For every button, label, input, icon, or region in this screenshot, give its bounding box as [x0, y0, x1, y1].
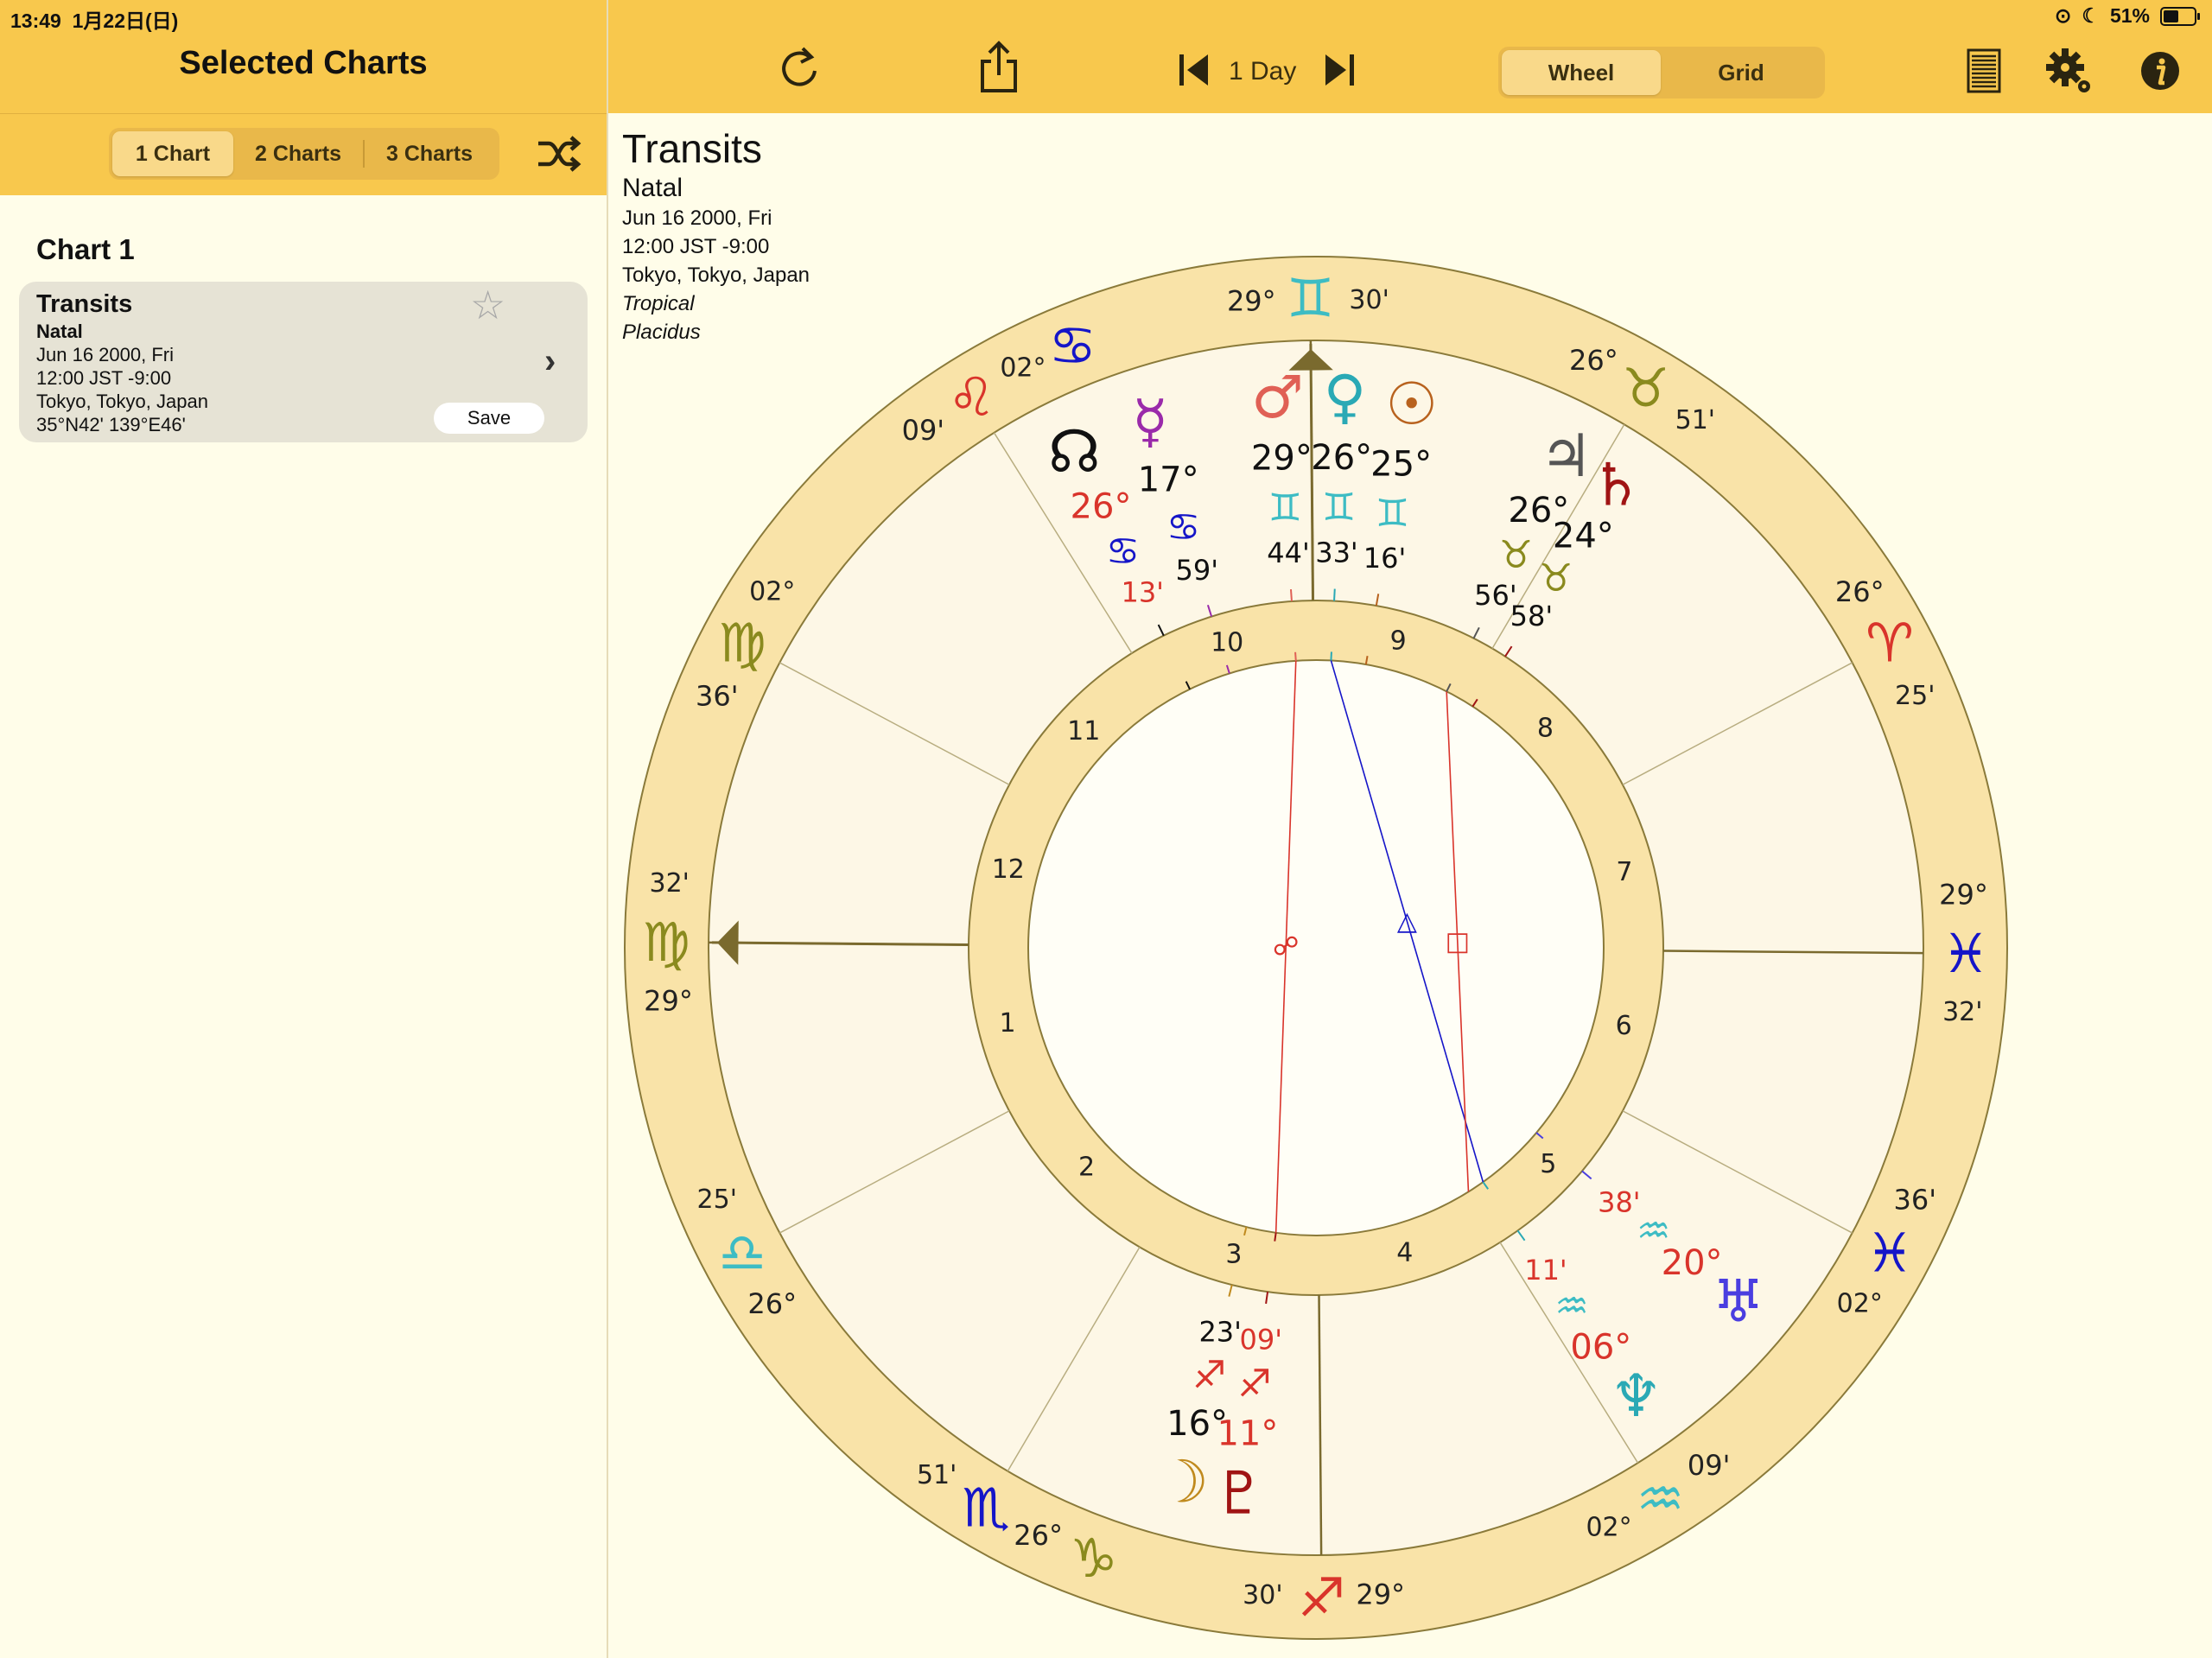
- cusp-sign-glyph: ♌: [948, 365, 996, 429]
- planet-minutes: 16': [1363, 542, 1407, 575]
- cusp-degree: 29°: [1356, 1578, 1405, 1610]
- planet-sign: ♐: [1237, 1363, 1271, 1407]
- cusp-degree: 26°: [747, 1287, 797, 1320]
- cusp-degree: 26°: [1569, 344, 1618, 377]
- planet-inner-tick: [1274, 1232, 1277, 1242]
- planet-sign: ♐: [1192, 1353, 1226, 1397]
- planet-sign: ♋: [1166, 505, 1200, 549]
- planet-sign: ♋: [1106, 530, 1140, 574]
- planet-minutes: 59': [1176, 554, 1219, 587]
- aspect-symbol: □: [1446, 926, 1470, 956]
- planet-glyph: ♂: [1251, 364, 1304, 432]
- planet-glyph: ♆: [1610, 1363, 1662, 1431]
- planet-glyph: ♀: [1323, 363, 1366, 431]
- planet-degree: 26°: [1071, 486, 1132, 526]
- planet-minutes: 13': [1121, 575, 1164, 608]
- cusp-sign-glyph: ♍: [642, 911, 690, 974]
- cusp-degree: 36': [1893, 1183, 1936, 1216]
- cusp-minutes: 25': [697, 1185, 737, 1215]
- planet-degree: 11°: [1217, 1413, 1278, 1453]
- cusp-degree: 29°: [1939, 878, 1988, 911]
- planet-glyph: ♇: [1213, 1459, 1266, 1528]
- planet-tick: [1333, 588, 1336, 601]
- planet-minutes: 23': [1198, 1315, 1242, 1348]
- planet-degree: 25°: [1370, 445, 1432, 485]
- cusp-sign-glyph: ♒: [1637, 1467, 1685, 1530]
- planet-sign: ♊: [1268, 486, 1302, 530]
- planet-minutes: 44': [1267, 537, 1310, 569]
- cusp-sign-glyph: ♓: [1866, 1222, 1914, 1285]
- house-number: 3: [1225, 1239, 1242, 1269]
- cusp-sign-glyph: ♓: [1942, 922, 1990, 985]
- house-number: 2: [1078, 1153, 1095, 1183]
- cusp-minutes: 51': [917, 1460, 957, 1490]
- planet-degree: 24°: [1553, 517, 1614, 556]
- aspect-field: [1027, 659, 1605, 1236]
- zodiac-sign-glyph: ♋: [1048, 314, 1096, 377]
- planet-minutes: 33': [1315, 537, 1358, 569]
- cusp-sign-glyph: ♉: [1622, 357, 1670, 420]
- house-number: 6: [1616, 1011, 1632, 1041]
- cusp-degree: 29°: [644, 985, 693, 1018]
- planet-degree: 17°: [1138, 460, 1199, 499]
- planet-inner-tick: [1294, 651, 1297, 661]
- cusp-degree: 26°: [1014, 1519, 1063, 1552]
- cusp-minutes: 32': [1942, 997, 1982, 1027]
- aspect-symbol: ☍: [1273, 931, 1299, 962]
- cusp-minutes: 25': [1895, 681, 1935, 711]
- planet-minutes: 09': [1240, 1324, 1283, 1356]
- cusp-minutes: 30': [1243, 1580, 1282, 1610]
- planet-glyph: ♃: [1540, 422, 1592, 491]
- cusp-minutes: 32': [650, 868, 690, 899]
- planet-sign: ♊: [1322, 486, 1356, 530]
- planet-sign: ♊: [1376, 492, 1409, 536]
- cusp-minutes: 02°: [1586, 1513, 1631, 1543]
- house-number: 1: [999, 1008, 1015, 1039]
- cusp-minutes: 02°: [1837, 1288, 1883, 1318]
- cusp-sign-glyph: ♏: [963, 1476, 1011, 1539]
- cusp-sign-glyph: ♈: [1866, 611, 1914, 674]
- planet-tick: [1289, 588, 1293, 602]
- cusp-minutes: 30': [1349, 285, 1389, 315]
- planet-sign: ♉: [1499, 533, 1533, 577]
- zodiac-sign-glyph: ♑: [1070, 1527, 1118, 1590]
- cusp-degree: 36': [696, 680, 739, 713]
- planet-minutes: 11': [1524, 1254, 1567, 1286]
- house-number: 11: [1067, 716, 1100, 746]
- house-number: 10: [1211, 628, 1243, 658]
- planet-degree: 29°: [1251, 438, 1313, 478]
- planet-inner-tick: [1330, 651, 1332, 661]
- planet-glyph: ☿: [1132, 388, 1168, 456]
- planet-minutes: 58': [1510, 600, 1554, 632]
- planet-glyph: ☊: [1048, 418, 1100, 486]
- planet-degree: 06°: [1570, 1327, 1631, 1367]
- planet-degree: 26°: [1311, 438, 1372, 478]
- planet-glyph: ☽: [1156, 1449, 1209, 1517]
- cusp-degree: 29°: [1227, 285, 1276, 318]
- cusp-degree: 09': [1688, 1449, 1731, 1482]
- cusp-degree: 26°: [1835, 575, 1885, 608]
- house-number: 12: [992, 854, 1025, 885]
- planet-glyph: ♄: [1590, 451, 1643, 519]
- cusp-minutes: 02°: [1000, 353, 1046, 383]
- planet-minutes: 38': [1598, 1185, 1641, 1218]
- aspect-symbol: △: [1397, 906, 1417, 937]
- cusp-sign-glyph: ♐: [1298, 1566, 1346, 1629]
- cusp-minutes: 51': [1675, 405, 1715, 435]
- cusp-minutes: 02°: [749, 577, 795, 607]
- house-number: 5: [1540, 1149, 1556, 1179]
- planet-sign: ♒: [1637, 1209, 1670, 1253]
- chart-wheel[interactable]: 123 456789101112♊29° 30'♉26°51'♈26°25'♓29°…: [0, 0, 2212, 1658]
- planet-sign: ♉: [1539, 556, 1573, 600]
- planet-sign: ♒: [1554, 1285, 1588, 1329]
- cusp-sign-glyph: ♊: [1287, 267, 1335, 330]
- house-number: 9: [1390, 626, 1407, 657]
- house-number: 8: [1537, 713, 1554, 743]
- cusp-degree: 09': [902, 414, 945, 447]
- planet-glyph: ☉: [1385, 371, 1438, 439]
- house-number: 4: [1396, 1237, 1413, 1267]
- house-number: 7: [1616, 857, 1632, 887]
- cusp-sign-glyph: ♍: [718, 611, 766, 674]
- cusp-sign-glyph: ♎: [718, 1222, 766, 1285]
